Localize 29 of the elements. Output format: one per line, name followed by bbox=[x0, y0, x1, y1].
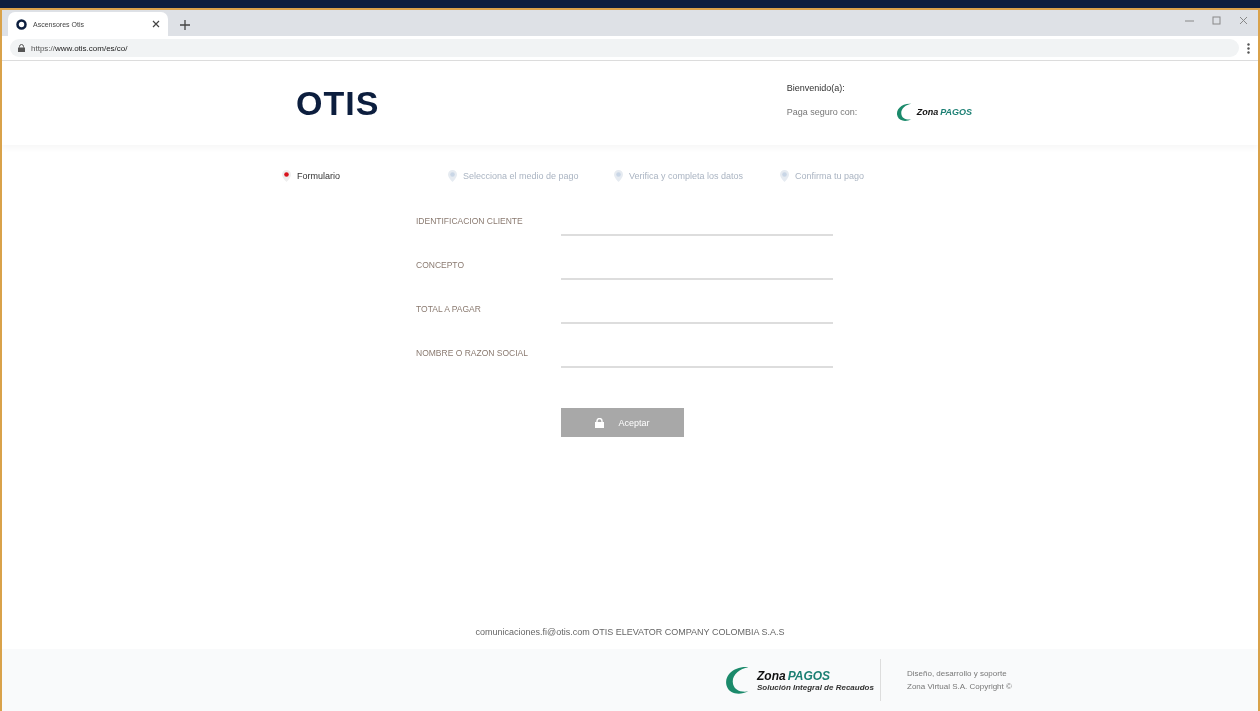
field-label: NOMBRE O RAZON SOCIAL bbox=[416, 347, 529, 358]
step-label: Formulario bbox=[297, 171, 340, 181]
welcome-text: Bienvenido(a): bbox=[786, 83, 846, 93]
new-tab-icon[interactable] bbox=[180, 20, 190, 30]
contact-text: comunicaciones.fi@otis.com OTIS ELEVATOR COMPANY COLOMBIA S.A.S bbox=[475, 627, 785, 637]
pin-icon bbox=[614, 170, 623, 182]
credit-text: Diseño, desarrollo y soporte bbox=[907, 669, 1008, 678]
zonapagos-logo: Zona PAGOS Solución Integral de Recaudos bbox=[720, 663, 880, 697]
maximize-icon[interactable] bbox=[1212, 15, 1221, 25]
step-label: Confirma tu pago bbox=[795, 171, 865, 181]
lock-icon bbox=[18, 44, 25, 52]
menu-icon[interactable] bbox=[1247, 42, 1250, 54]
field-label: IDENTIFICACION CLIENTE bbox=[416, 215, 524, 226]
url-text: https://www.otis.com/es/co/ bbox=[31, 43, 128, 53]
zonapagos-logo: Zona PAGOS bbox=[892, 101, 972, 123]
field-label: TOTAL A PAGAR bbox=[416, 303, 482, 314]
step-label: Selecciona el medio de pago bbox=[463, 171, 579, 181]
pin-icon bbox=[780, 170, 789, 182]
lock-icon bbox=[595, 417, 605, 428]
pay-secure-text: Paga seguro con: bbox=[786, 107, 859, 117]
pin-icon bbox=[448, 170, 457, 182]
pin-icon bbox=[282, 170, 291, 182]
ring-icon bbox=[16, 18, 27, 30]
step-label: Verifica y completa los datos bbox=[629, 171, 744, 181]
otis-logo: OTIS bbox=[296, 83, 380, 123]
address-bar[interactable]: https://www.otis.com/es/co/ bbox=[10, 39, 1239, 57]
field-label: CONCEPTO bbox=[416, 259, 466, 270]
credit-text: Zona Virtual S.A. Copyright © bbox=[907, 682, 1012, 691]
close-icon[interactable] bbox=[152, 20, 160, 28]
